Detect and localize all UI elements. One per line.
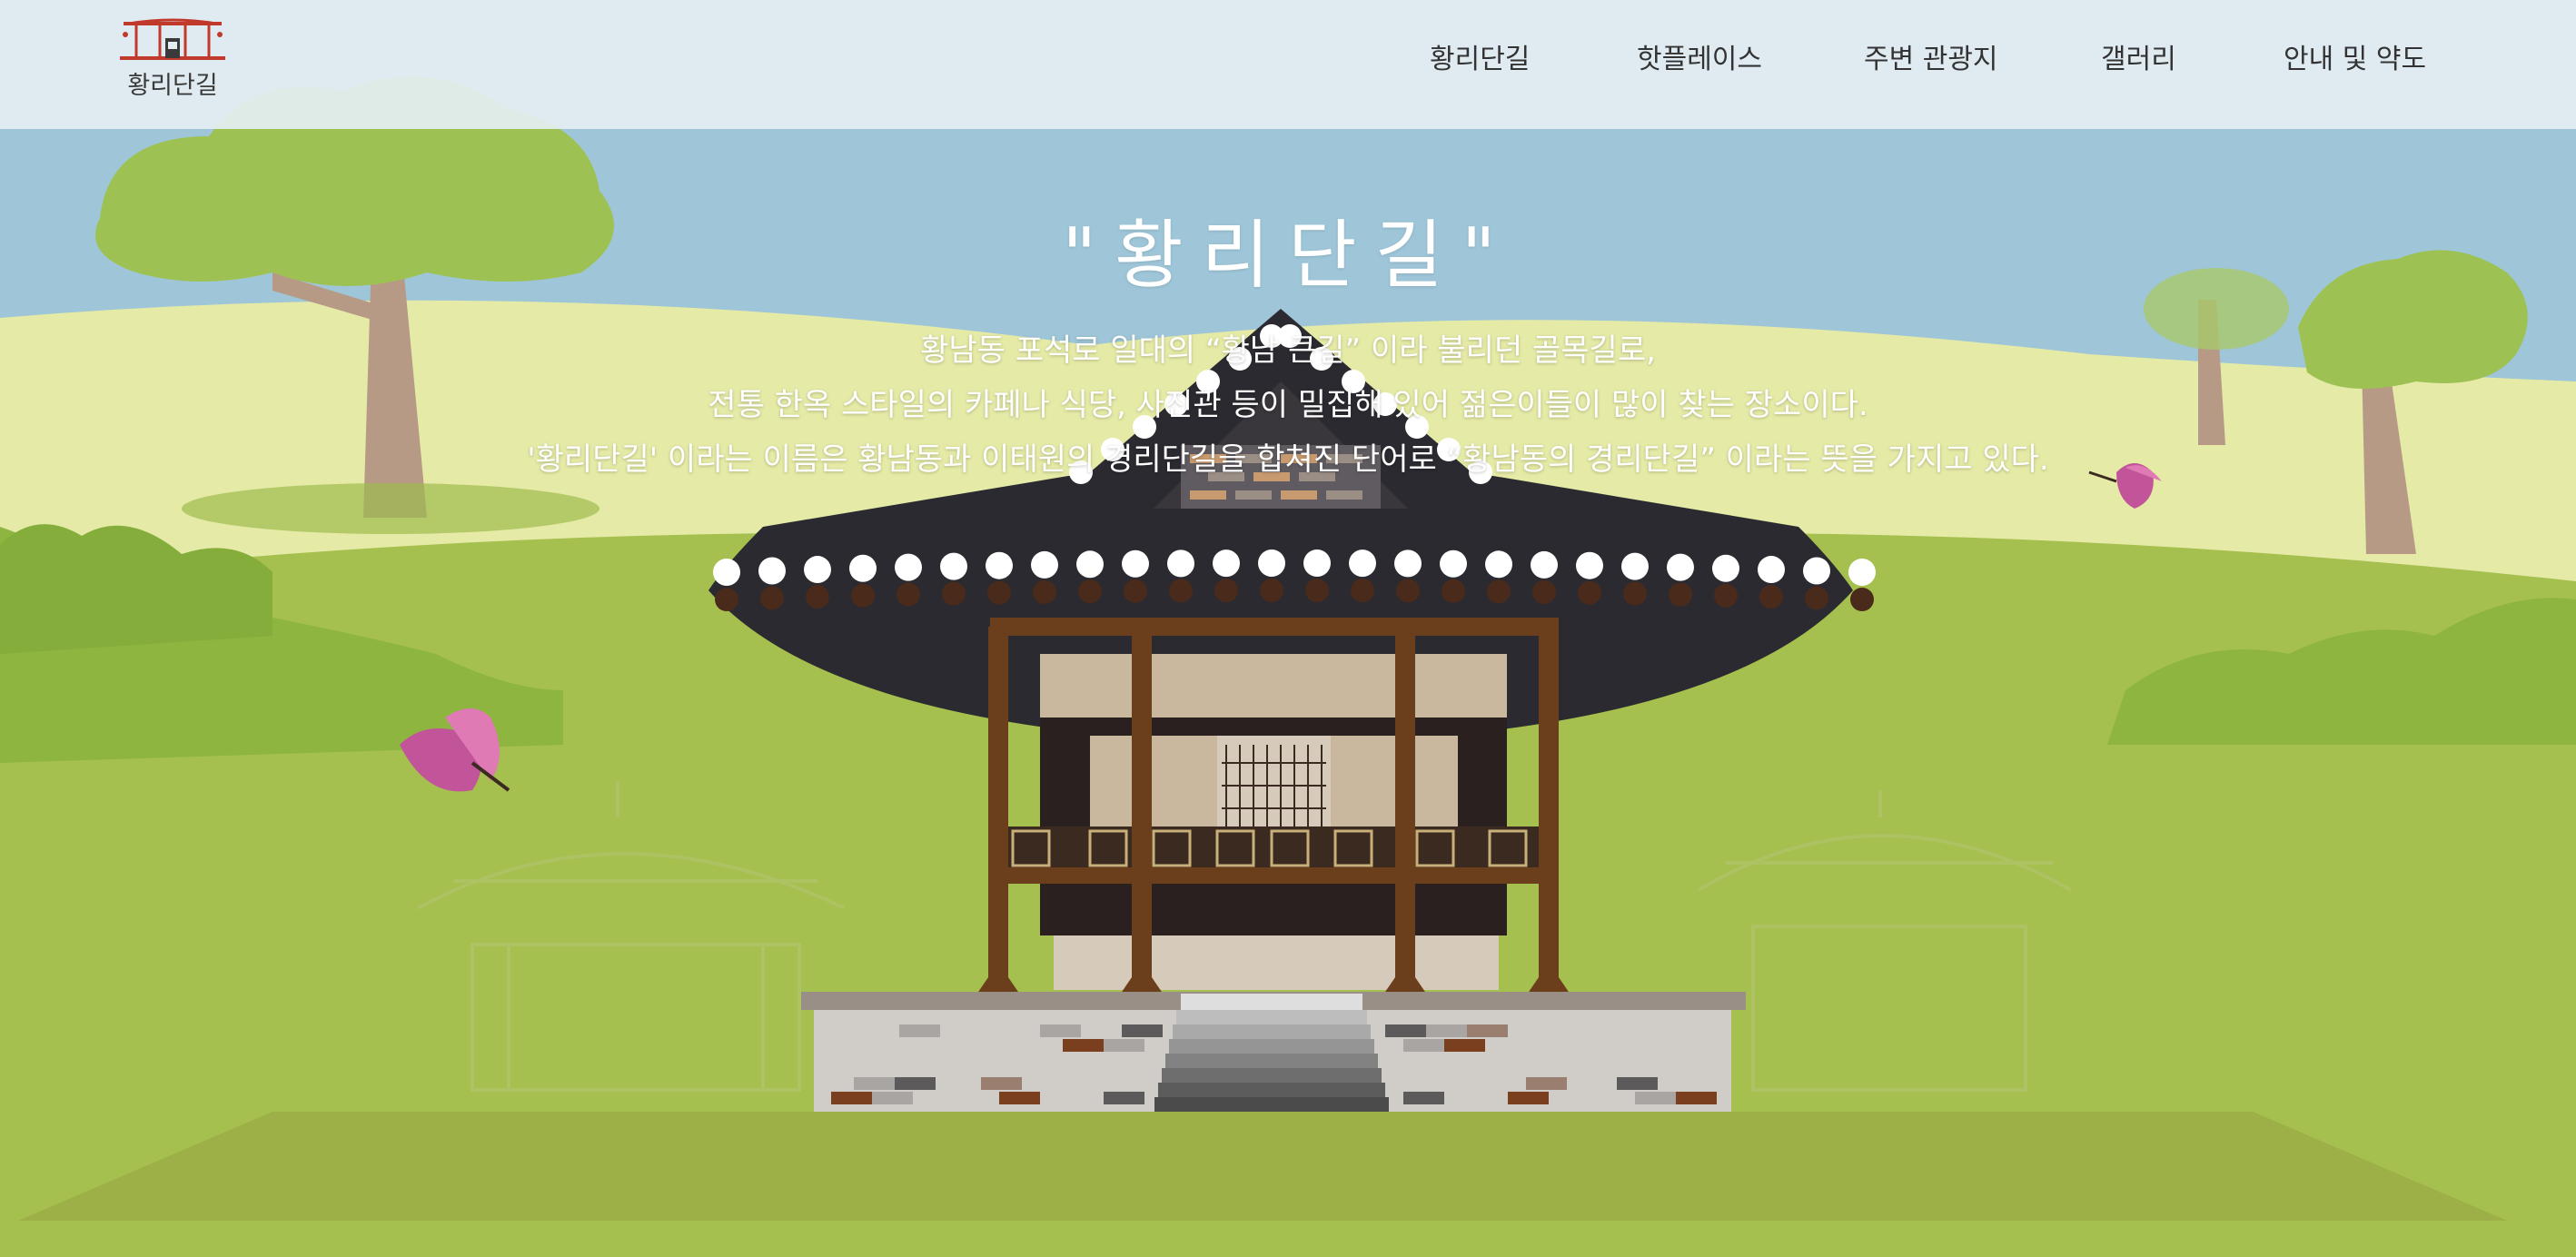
roof-tile-end [1531,550,1558,579]
hero-description-line-3: '황리단길' 이라는 이름은 황남동과 이태원의 경리단길을 합쳐진 단어로 “… [527,441,2049,478]
roof-tile-end [1848,559,1876,586]
roof-tile-end [1394,549,1422,578]
roof-tile-end [1667,553,1694,581]
rafter-end [987,580,1011,605]
roof-tile-end [1485,550,1512,579]
roof-tile-end [1258,549,1285,578]
roof-tile-end [1576,551,1603,579]
rafter-end [1124,579,1147,603]
roof-tile-end [1440,549,1467,578]
rafter-end [1578,580,1601,605]
roof-tile-end [1758,556,1785,584]
nav-item-hotplace[interactable]: 핫플레이스 [1637,36,1762,76]
rafter-end [1351,579,1374,603]
hero-description-line-2: 전통 한옥 스타일의 카페나 식당, 사진관 등이 밀집해 있어 젊은이들이 많… [708,387,1868,423]
nav-item-gallery[interactable]: 갤러리 [2101,36,2176,76]
rafter-end [1850,588,1874,611]
rafter-end [1033,579,1056,604]
rafter-end [1169,579,1193,603]
roof-tile-end [1803,557,1830,585]
nav-item-guide-map[interactable]: 안내 및 약도 [2284,36,2426,76]
rafter-end [1623,581,1647,606]
top-header: 황리단길 황리단길 핫플레이스 주변 관광지 갤러리 안내 및 약도 [0,0,2576,129]
roof-tile-end [713,559,740,586]
roof-tile-end [1712,554,1739,582]
roof-tile-end [1621,552,1649,580]
rafter-end [1759,585,1783,609]
hero-description-line-1: 황남동 포석로 일대의 “황남 큰길” 이라 불리던 골목길로, [920,332,1656,369]
rafter-end [1714,583,1738,608]
roof-tile-end [804,556,831,584]
rafter-end [806,585,829,609]
rafter-end [851,583,875,608]
hero-title: "황리단길" [1062,213,1514,299]
rafter-end [1396,579,1420,603]
roof-tile-end [1031,550,1058,579]
rafter-end [1669,582,1692,607]
roof-tile-end [1303,549,1331,578]
hanok-scene-illustration [0,0,2576,1257]
rafter-end [760,586,784,610]
rafter-end [1487,579,1511,604]
nav-item-nearby-attractions[interactable]: 주변 관광지 [1864,36,1998,76]
nav-item-hwangnidangil[interactable]: 황리단길 [1430,36,1530,76]
rafter-end [715,588,738,611]
roof-tile-end [849,554,877,582]
roof-tile-end [1213,549,1240,578]
rafter-end [1078,579,1102,604]
rafter-end [1442,579,1465,603]
roof-tile-end [1076,550,1104,579]
rafter-end [1805,586,1828,610]
rafter-end [1260,579,1283,603]
main-nav: 황리단길 핫플레이스 주변 관광지 갤러리 안내 및 약도 [0,0,2576,118]
rafter-end [1214,579,1238,603]
roof-tile-end [986,551,1013,579]
rafter-end [897,582,920,607]
roof-tile-end [895,553,922,581]
rafter-end [1532,579,1556,604]
roof-tile-end [1349,549,1376,578]
rafter-end [1305,579,1329,603]
roof-tile-end [1122,549,1149,578]
roof-tile-end [1167,549,1194,578]
roof-tile-end [758,557,786,585]
rafter-end [942,581,966,606]
roof-tile-end [940,552,967,580]
